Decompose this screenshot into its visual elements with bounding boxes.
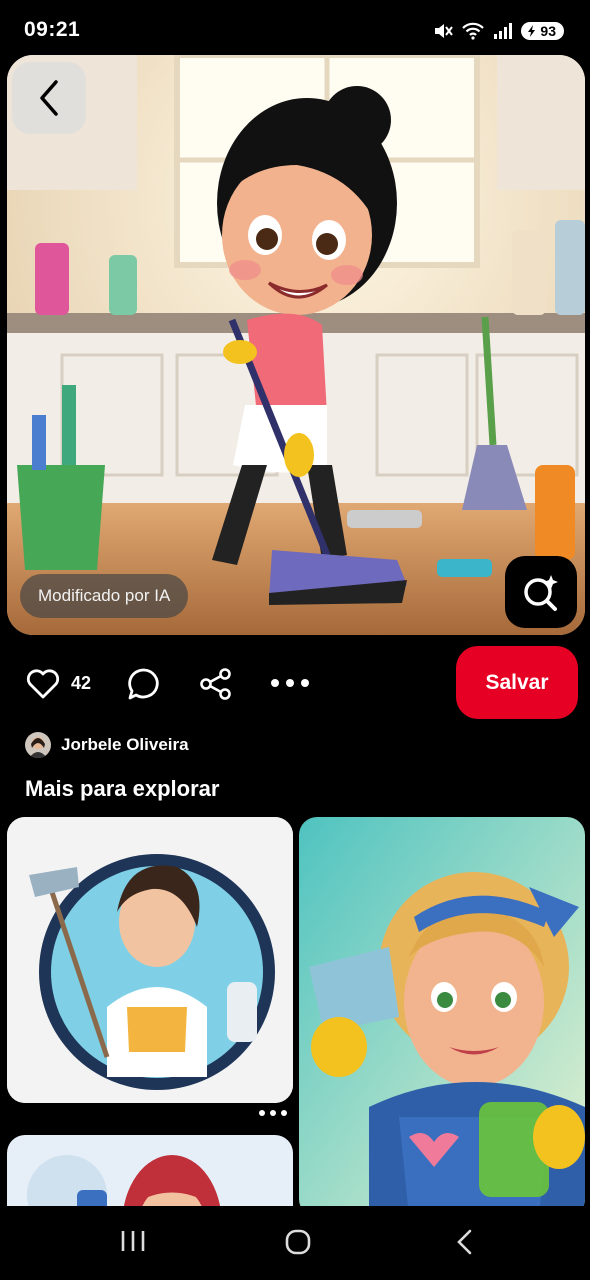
author-name: Jorbele Oliveira xyxy=(61,735,189,754)
battery-level: 93 xyxy=(540,23,556,39)
battery-indicator: 93 xyxy=(521,22,564,40)
save-button[interactable]: Salvar xyxy=(456,646,578,719)
wifi-icon xyxy=(462,22,485,40)
section-title: Mais para explorar xyxy=(25,776,220,801)
more-icon[interactable] xyxy=(258,1108,288,1118)
cleaner-logo-illustration xyxy=(7,817,293,1103)
like-count: 42 xyxy=(71,673,92,693)
cleaner-girl-illustration xyxy=(299,817,585,1217)
cartoon-cleaning-illustration xyxy=(7,55,585,635)
heart-icon[interactable] xyxy=(26,668,60,700)
charging-icon xyxy=(528,25,536,37)
avatar xyxy=(25,732,51,758)
ai-modified-badge: Modificado por IA xyxy=(20,574,189,618)
visual-search-icon xyxy=(524,575,558,611)
explore-pin-1[interactable] xyxy=(7,817,293,1103)
share-icon[interactable] xyxy=(199,667,233,701)
pin-image[interactable] xyxy=(7,55,585,635)
visual-search-button[interactable] xyxy=(505,556,577,628)
nav-back-icon[interactable] xyxy=(455,1229,475,1255)
more-icon[interactable] xyxy=(270,676,310,690)
comment-icon[interactable] xyxy=(127,667,161,701)
explore-pin-2[interactable] xyxy=(299,817,585,1217)
recents-icon[interactable] xyxy=(120,1229,146,1253)
chevron-left-icon xyxy=(40,80,58,116)
home-icon[interactable] xyxy=(284,1228,312,1256)
status-time: 09:21 xyxy=(24,18,81,41)
signal-icon xyxy=(494,23,513,39)
mute-icon xyxy=(435,24,454,38)
status-icons: 93 xyxy=(433,18,564,44)
back-button[interactable] xyxy=(12,62,86,134)
pin-author[interactable]: Jorbele Oliveira xyxy=(25,732,189,758)
